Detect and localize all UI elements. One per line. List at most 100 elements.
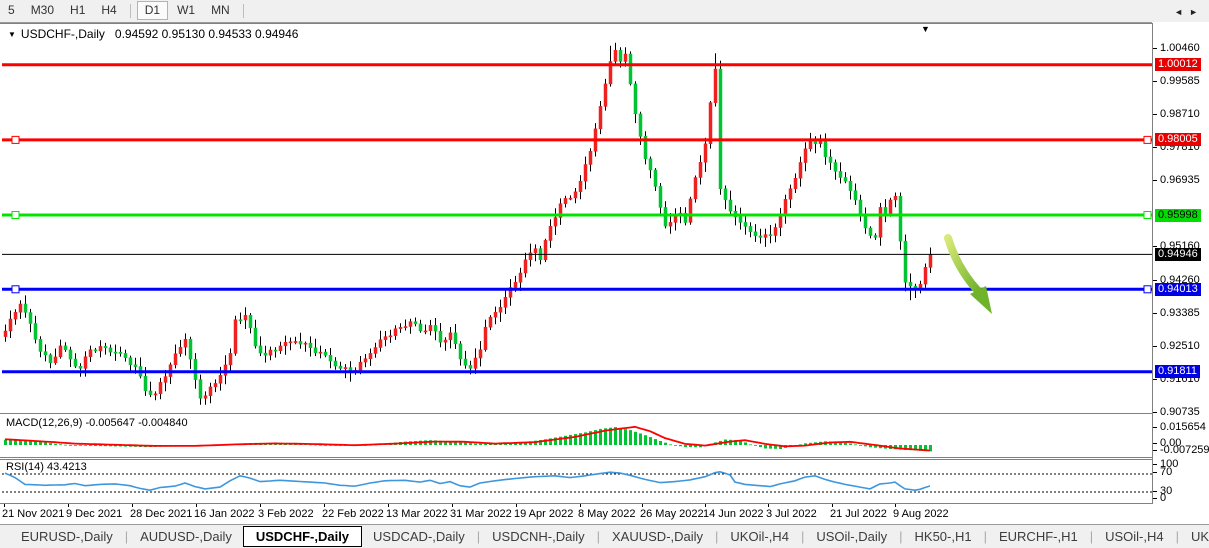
date-tick bbox=[516, 504, 517, 507]
date-tick bbox=[580, 504, 581, 507]
tab-eurchf-h1[interactable]: EURCHF-,H1 bbox=[988, 527, 1089, 546]
date-tick bbox=[132, 504, 133, 507]
tab-xauusd-daily[interactable]: XAUUSD-,Daily bbox=[601, 527, 714, 546]
price-axis-tick bbox=[1153, 346, 1157, 347]
rsi-label: RSI(14) 43.4213 bbox=[6, 461, 87, 473]
date-tick bbox=[324, 504, 325, 507]
price-level-badge: 0.91811 bbox=[1155, 365, 1200, 378]
trend-arrow[interactable] bbox=[948, 238, 978, 291]
timeframe-button-h1[interactable]: H1 bbox=[63, 0, 92, 21]
tab-usdcad-daily[interactable]: USDCAD-,Daily bbox=[362, 527, 476, 546]
price-axis-label: 1.00460 bbox=[1160, 42, 1200, 54]
price-axis-label: 0.96935 bbox=[1160, 174, 1200, 186]
price-level-badge: 0.94946 bbox=[1155, 248, 1201, 261]
date-tick bbox=[642, 504, 643, 507]
tab-scroll-right-icon[interactable]: ► bbox=[1189, 7, 1204, 17]
chart-dropdown-icon[interactable]: ▼ bbox=[8, 30, 16, 39]
rsi-axis-tick bbox=[1153, 491, 1157, 492]
price-axis-tick bbox=[1153, 81, 1157, 82]
price-level-badge: 0.98005 bbox=[1155, 133, 1201, 146]
price-axis-tick bbox=[1153, 48, 1157, 49]
date-label: 19 Apr 2022 bbox=[514, 508, 573, 520]
tab-ukoil-h4[interactable]: UKOil-,H4 bbox=[1180, 527, 1209, 546]
panel-separator bbox=[0, 413, 1209, 414]
date-tick bbox=[388, 504, 389, 507]
chart-ohlc-values: 0.94592 0.95130 0.94533 0.94946 bbox=[115, 27, 299, 41]
date-tick bbox=[768, 504, 769, 507]
date-label: 8 May 2022 bbox=[578, 508, 635, 520]
toolbar-separator bbox=[130, 4, 131, 18]
date-label: 26 May 2022 bbox=[640, 508, 704, 520]
tab-eurusd-daily[interactable]: EURUSD-,Daily bbox=[10, 527, 124, 546]
price-axis-tick bbox=[1153, 313, 1157, 314]
rsi-axis-tick bbox=[1153, 472, 1157, 473]
price-axis-label: 0.92510 bbox=[1160, 340, 1200, 352]
date-label: 3 Feb 2022 bbox=[258, 508, 314, 520]
date-label: 9 Aug 2022 bbox=[893, 508, 949, 520]
rsi-axis-tick bbox=[1153, 464, 1157, 465]
date-label: 31 Mar 2022 bbox=[450, 508, 512, 520]
chart-shift-marker-icon[interactable]: ▼ bbox=[921, 24, 930, 34]
toolbar-separator bbox=[243, 4, 244, 18]
price-axis[interactable]: 1.004600.995850.987100.978100.969350.951… bbox=[1152, 22, 1209, 504]
macd-axis-tick bbox=[1153, 427, 1157, 428]
date-tick bbox=[452, 504, 453, 507]
price-axis-tick bbox=[1153, 280, 1157, 281]
macd-axis-label: -0.007259 bbox=[1160, 444, 1209, 456]
macd-axis-tick bbox=[1153, 450, 1157, 451]
date-axis[interactable]: 21 Nov 20219 Dec 202128 Dec 202116 Jan 2… bbox=[0, 504, 1209, 524]
timeframe-button-h4[interactable]: H4 bbox=[94, 0, 123, 21]
date-label: 21 Nov 2021 bbox=[2, 508, 64, 520]
axis-border bbox=[1152, 23, 1153, 504]
price-axis-label: 0.99585 bbox=[1160, 75, 1200, 87]
panel-separator bbox=[0, 457, 1209, 458]
date-label: 28 Dec 2021 bbox=[130, 508, 192, 520]
tab-usoil-h4[interactable]: USOil-,H4 bbox=[1094, 527, 1175, 546]
chart-title: ▼ USDCHF-,Daily 0.94592 0.95130 0.94533 0.… bbox=[8, 27, 298, 41]
price-level-badge: 1.00012 bbox=[1155, 58, 1201, 71]
timeframe-button-d1[interactable]: D1 bbox=[137, 1, 168, 20]
price-axis-tick bbox=[1153, 114, 1157, 115]
timeframe-button-5[interactable]: 5 bbox=[1, 0, 22, 21]
rsi-axis-tick bbox=[1153, 498, 1157, 499]
price-axis-label: 0.93385 bbox=[1160, 307, 1200, 319]
rsi-axis-label: 70 bbox=[1160, 466, 1172, 478]
price-axis-tick bbox=[1153, 412, 1157, 413]
price-level-badge: 0.95998 bbox=[1155, 209, 1201, 222]
date-label: 3 Jul 2022 bbox=[766, 508, 817, 520]
tab-hk50-h1[interactable]: HK50-,H1 bbox=[904, 527, 983, 546]
date-tick bbox=[68, 504, 69, 507]
rsi-indicator-panel[interactable] bbox=[2, 460, 1152, 503]
chart-tab-bar: EURUSD-,Daily|AUDUSD-,DailyUSDCHF-,Daily… bbox=[0, 524, 1209, 548]
date-label: 14 Jun 2022 bbox=[703, 508, 764, 520]
macd-axis-label: 0.015654 bbox=[1160, 421, 1206, 433]
timeframe-toolbar: 5M30H1H4 D1W1MN bbox=[0, 0, 1209, 23]
tab-scroll-left-icon[interactable]: ◄ bbox=[1174, 7, 1189, 17]
price-axis-label: 0.90735 bbox=[1160, 406, 1200, 418]
date-tick bbox=[832, 504, 833, 507]
price-axis-tick bbox=[1153, 379, 1157, 380]
date-label: 13 Mar 2022 bbox=[386, 508, 448, 520]
price-axis-label: 0.98710 bbox=[1160, 108, 1200, 120]
tab-usoil-daily[interactable]: USOil-,Daily bbox=[805, 527, 898, 546]
date-label: 21 Jul 2022 bbox=[830, 508, 887, 520]
price-level-badge: 0.94013 bbox=[1155, 283, 1201, 296]
tab-ukoil-h4[interactable]: UKOil-,H4 bbox=[719, 527, 800, 546]
price-axis-tick bbox=[1153, 180, 1157, 181]
date-label: 22 Feb 2022 bbox=[322, 508, 384, 520]
tab-usdchf-daily[interactable]: USDCHF-,Daily bbox=[243, 526, 362, 547]
rsi-axis-label: 0 bbox=[1160, 492, 1166, 504]
price-chart-panel[interactable] bbox=[2, 24, 1152, 413]
macd-label: MACD(12,26,9) -0.005647 -0.004840 bbox=[6, 417, 188, 429]
timeframe-button-w1[interactable]: W1 bbox=[170, 0, 202, 21]
tab-usdcnh-daily[interactable]: USDCNH-,Daily bbox=[481, 527, 595, 546]
chart-symbol-label: USDCHF-,Daily bbox=[21, 27, 105, 41]
timeframe-button-mn[interactable]: MN bbox=[204, 0, 237, 21]
tab-scroll-arrows[interactable]: ◄► bbox=[1174, 7, 1204, 17]
tab-audusd-daily[interactable]: AUDUSD-,Daily bbox=[129, 527, 243, 546]
date-label: 9 Dec 2021 bbox=[66, 508, 122, 520]
timeframe-button-m30[interactable]: M30 bbox=[24, 0, 61, 21]
mt4-application: { "toolbar": { "timeframes": ["5","M30",… bbox=[0, 0, 1209, 548]
date-tick bbox=[196, 504, 197, 507]
macd-axis-tick bbox=[1153, 443, 1157, 444]
